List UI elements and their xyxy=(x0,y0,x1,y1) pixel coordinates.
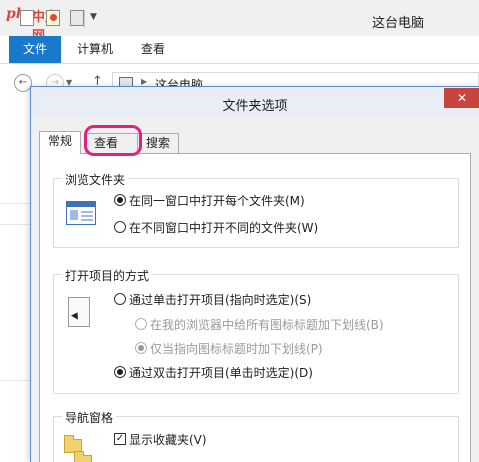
radio-same-window-label: 在同一窗口中打开每个文件夹(M) xyxy=(129,194,305,208)
radio-double-click-indicator[interactable] xyxy=(114,366,126,378)
ribbon-tab-view[interactable]: 查看 xyxy=(127,36,179,63)
document-preview-icon xyxy=(68,297,90,327)
click-items-group: 打开项目的方式 通过单击打开项目(指向时选定)(S) 在我的浏览器中给所有图标标… xyxy=(53,267,459,394)
tab-general[interactable]: 常规 xyxy=(39,131,82,154)
radio-underline-hover-label: 仅当指向图标标题时加下划线(P) xyxy=(150,342,323,356)
radio-single-click-label: 通过单击打开项目(指向时选定)(S) xyxy=(129,293,312,307)
new-folder-icon[interactable] xyxy=(46,10,60,26)
browse-folders-group: 浏览文件夹 在同一窗口中打开每个文件夹(M) 在不同窗口中打开不同的文件夹(W) xyxy=(53,171,459,248)
breadcrumb-chevron-icon[interactable]: ▶ xyxy=(141,77,147,86)
dialog-title: 文件夹选项 xyxy=(222,99,288,114)
close-button[interactable]: ✕ xyxy=(444,88,479,108)
browse-folders-title: 浏览文件夹 xyxy=(62,171,129,188)
tab-search[interactable]: 搜索 xyxy=(137,133,180,153)
navigation-pane-title: 导航窗格 xyxy=(62,409,117,426)
window-preview-icon xyxy=(66,201,96,225)
checkbox-show-favorites-label: 显示收藏夹(V) xyxy=(129,433,207,447)
nav-pane-divider xyxy=(0,203,30,204)
ribbon-tabs: 文件 计算机 查看 xyxy=(0,36,479,64)
click-items-title: 打开项目的方式 xyxy=(62,267,153,284)
nav-pane-divider xyxy=(0,224,30,225)
nav-pane-divider xyxy=(0,380,30,381)
ribbon-tab-file[interactable]: 文件 xyxy=(9,36,62,63)
radio-same-window-indicator[interactable] xyxy=(114,194,126,206)
folder-icon xyxy=(74,451,92,462)
quick-access-icon[interactable] xyxy=(70,10,84,26)
radio-underline-always-indicator[interactable] xyxy=(135,318,147,330)
properties-icon[interactable] xyxy=(20,10,34,26)
radio-new-window-label: 在不同窗口中打开不同的文件夹(W) xyxy=(129,221,319,235)
general-tab-panel: 浏览文件夹 在同一窗口中打开每个文件夹(M) 在不同窗口中打开不同的文件夹(W)… xyxy=(39,153,471,462)
view-tab-highlight-annotation xyxy=(84,125,142,156)
radio-underline-always-label: 在我的浏览器中给所有图标标题加下划线(B) xyxy=(150,318,384,332)
customize-quick-access-icon[interactable]: ▼ xyxy=(90,12,97,22)
explorer-titlebar: php 中文网 ▼ 这台电脑 xyxy=(0,0,479,44)
radio-new-window-indicator[interactable] xyxy=(114,221,126,233)
navigation-pane-group: 导航窗格 ✓ 显示收藏夹(V) xyxy=(53,409,459,462)
window-title: 这台电脑 xyxy=(372,16,425,31)
radio-underline-hover-indicator[interactable] xyxy=(135,342,147,354)
radio-double-click-label: 通过双击打开项目(单击时选定)(D) xyxy=(129,366,313,380)
dialog-titlebar: 文件夹选项 ✕ xyxy=(31,87,479,117)
ribbon-tab-computer[interactable]: 计算机 xyxy=(63,36,127,63)
quick-access-separator xyxy=(84,10,85,28)
navigation-pane xyxy=(0,98,30,462)
folder-options-dialog: 文件夹选项 ✕ 常规 查看 搜索 浏览文件夹 在同一窗口中打开每个文件夹(M) … xyxy=(30,86,479,462)
radio-single-click-indicator[interactable] xyxy=(114,293,126,305)
checkbox-show-favorites-box[interactable]: ✓ xyxy=(114,433,126,445)
